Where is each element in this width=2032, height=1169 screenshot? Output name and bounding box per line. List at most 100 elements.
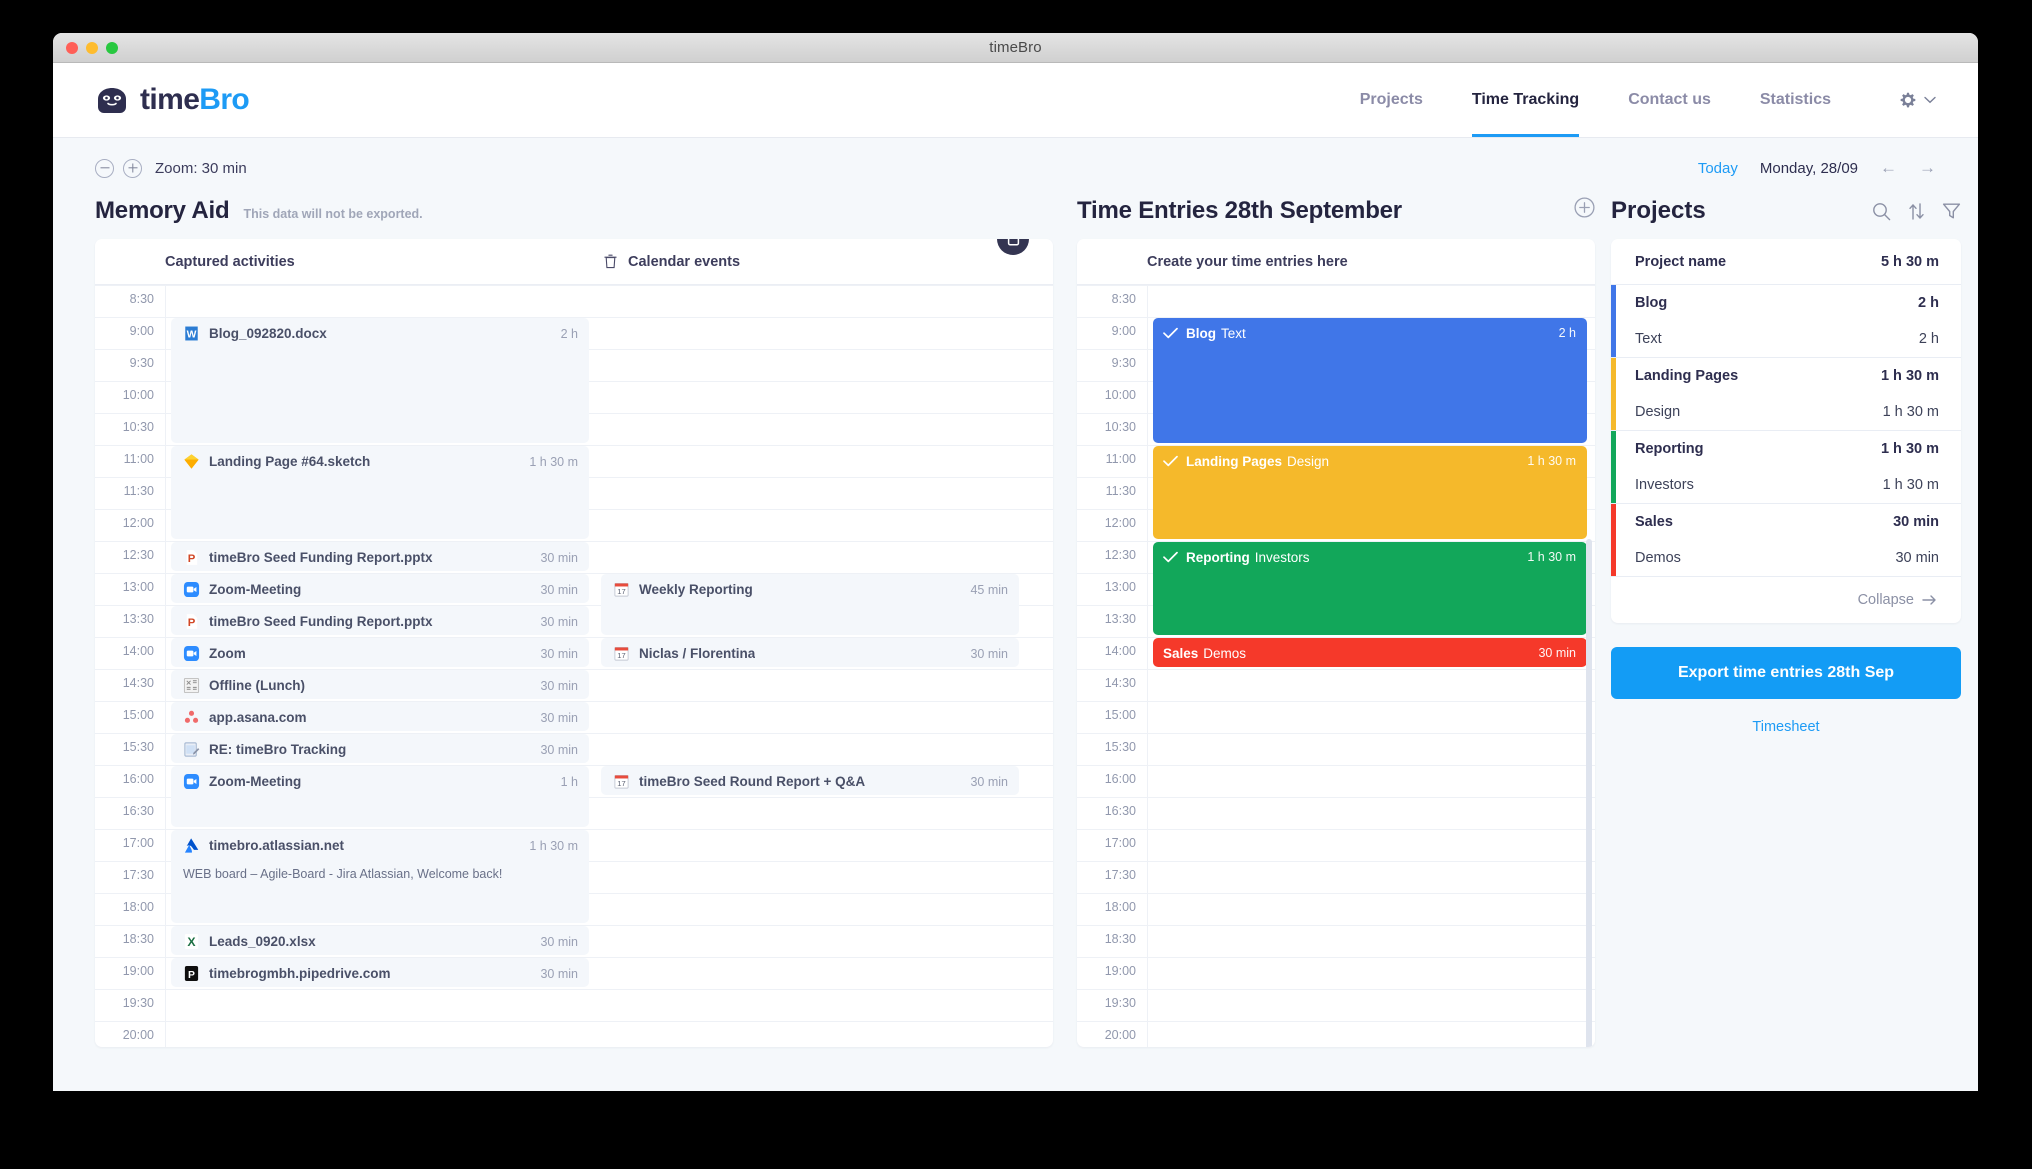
time-slot-row[interactable]: 17:00 (1077, 829, 1595, 861)
project-task-row[interactable]: Design 1 h 30 m (1635, 394, 1939, 430)
project-task-row[interactable]: Investors 1 h 30 m (1635, 467, 1939, 503)
project-group[interactable]: Reporting 1 h 30 m Investors 1 h 30 m (1611, 431, 1961, 504)
captured-activity-block[interactable]: RE: timeBro Tracking 30 min (171, 734, 589, 763)
project-group[interactable]: Blog 2 h Text 2 h (1611, 285, 1961, 358)
time-slot-row[interactable]: 19:00 (1077, 957, 1595, 989)
time-entry-block[interactable]: Reporting Investors 1 h 30 m (1153, 542, 1587, 635)
time-slot-lane[interactable] (1147, 734, 1595, 765)
captured-activity-block[interactable]: Zoom-Meeting 1 h (171, 766, 589, 827)
time-entries-title-row: Time Entries 28th September (1077, 184, 1595, 239)
time-slot-label: 15:30 (1104, 740, 1136, 754)
nav-item-projects[interactable]: Projects (1360, 63, 1423, 137)
time-slot-row[interactable]: 15:00 (1077, 701, 1595, 733)
sub-toolbar: Zoom: 30 min Today Monday, 28/09 ← → (53, 138, 1978, 184)
calendar-event-block[interactable]: 17 Weekly Reporting 45 min (601, 574, 1019, 635)
time-slot-row[interactable]: 14:30 (1077, 669, 1595, 701)
time-slot-lane[interactable] (1147, 702, 1595, 733)
settings-menu-button[interactable] (1898, 90, 1936, 110)
time-slot-lane[interactable] (165, 1022, 1053, 1047)
time-slot-row[interactable]: 19:30 (1077, 989, 1595, 1021)
time-slot-lane[interactable] (1147, 830, 1595, 861)
calendar-event-block[interactable]: 17 timeBro Seed Round Report + Q&A 30 min (601, 766, 1019, 795)
captured-activity-block[interactable]: Ptimebrogmbh.pipedrive.com 30 min (171, 958, 589, 987)
calendar-event-block[interactable]: 17 Niclas / Florentina 30 min (601, 638, 1019, 667)
time-slot-row[interactable]: 8:30 (95, 285, 1053, 317)
time-slot-row[interactable]: 18:00 (1077, 893, 1595, 925)
close-window-button[interactable] (66, 42, 78, 54)
time-slot-row[interactable]: 16:00 (1077, 765, 1595, 797)
time-slot-lane[interactable] (1147, 894, 1595, 925)
time-slot-lane[interactable] (165, 990, 1053, 1021)
captured-activity-block[interactable]: Zoom 30 min (171, 638, 589, 667)
zoom-in-button[interactable] (123, 158, 142, 178)
time-slot-label: 16:00 (122, 772, 154, 786)
time-slot-row[interactable]: 17:30 (1077, 861, 1595, 893)
window-traffic-lights[interactable] (66, 42, 118, 54)
project-row[interactable]: Blog 2 h (1635, 285, 1939, 321)
time-slot-lane[interactable] (1147, 798, 1595, 829)
project-row[interactable]: Landing Pages 1 h 30 m (1635, 358, 1939, 394)
project-group[interactable]: Landing Pages 1 h 30 m Design 1 h 30 m (1611, 358, 1961, 431)
captured-activity-block[interactable]: Offline (Lunch) 30 min (171, 670, 589, 699)
time-slot-lane[interactable] (1147, 1022, 1595, 1047)
zoom-out-button[interactable] (95, 158, 114, 178)
time-slot-row[interactable]: 20:00 (1077, 1021, 1595, 1047)
time-slot-row[interactable]: 8:30 (1077, 285, 1595, 317)
activity-header: 17 Weekly Reporting 45 min (601, 574, 1019, 605)
time-slot-row[interactable]: 19:30 (95, 989, 1053, 1021)
time-entry-block[interactable]: Blog Text 2 h (1153, 318, 1587, 443)
time-slot-lane[interactable] (1147, 990, 1595, 1021)
time-entry-duration: 1 h 30 m (1527, 454, 1576, 468)
project-row[interactable]: Sales 30 min (1635, 504, 1939, 540)
project-task-row[interactable]: Demos 30 min (1635, 540, 1939, 576)
time-slot-row[interactable]: 20:00 (95, 1021, 1053, 1047)
captured-activity-block[interactable]: Zoom-Meeting 30 min (171, 574, 589, 603)
time-entries-grid[interactable]: 8:30 9:00 9:30 10:00 10:30 11:00 11:30 12:00 12:… (1077, 285, 1595, 1047)
captured-activity-block[interactable]: timebro.atlassian.net 1 h 30 m WEB board –… (171, 830, 589, 923)
captured-activity-block[interactable]: W Blog_092820.docx 2 h (171, 318, 589, 443)
time-slot-label: 11:30 (1105, 484, 1136, 498)
captured-activity-block[interactable]: PtimeBro Seed Funding Report.pptx 30 min (171, 542, 589, 571)
time-slot-lane[interactable] (1147, 670, 1595, 701)
project-row[interactable]: Reporting 1 h 30 m (1635, 431, 1939, 467)
time-entry-block[interactable]: Landing Pages Design 1 h 30 m (1153, 446, 1587, 539)
today-button[interactable]: Today (1698, 160, 1738, 177)
time-slot-lane[interactable] (1147, 862, 1595, 893)
minimize-window-button[interactable] (86, 42, 98, 54)
nav-item-contact-us[interactable]: Contact us (1628, 63, 1711, 137)
export-time-entries-button[interactable]: Export time entries 28th Sep (1611, 647, 1961, 699)
maximize-window-button[interactable] (106, 42, 118, 54)
time-slot-row[interactable]: 16:30 (1077, 797, 1595, 829)
sort-icon[interactable] (1908, 202, 1925, 221)
time-slot-lane[interactable] (1147, 286, 1595, 317)
time-entry-block[interactable]: Sales Demos 30 min (1153, 638, 1587, 667)
previous-day-button[interactable]: ← (1880, 158, 1897, 178)
app-logo[interactable]: timeBro (95, 83, 250, 117)
zoom-icon (183, 645, 200, 662)
captured-activity-block[interactable]: app.asana.com 30 min (171, 702, 589, 731)
time-slot-lane[interactable] (165, 286, 1053, 317)
captured-activity-block[interactable]: PtimeBro Seed Funding Report.pptx 30 min (171, 606, 589, 635)
timesheet-link[interactable]: Timesheet (1611, 719, 1961, 735)
activity-name: timeBro Seed Funding Report.pptx (209, 550, 433, 565)
time-slot-row[interactable]: 18:30 (1077, 925, 1595, 957)
next-day-button[interactable]: → (1919, 158, 1936, 178)
add-time-entry-button[interactable] (1574, 197, 1595, 223)
time-slot-lane[interactable] (1147, 926, 1595, 957)
project-task-row[interactable]: Text 2 h (1635, 321, 1939, 357)
time-slot-row[interactable]: 15:30 (1077, 733, 1595, 765)
project-group[interactable]: Sales 30 min Demos 30 min (1611, 504, 1961, 577)
activity-name: Weekly Reporting (639, 582, 753, 597)
time-entries-scrollbar[interactable] (1586, 539, 1592, 1047)
delete-captured-button[interactable] (592, 254, 628, 269)
time-slot-lane[interactable] (1147, 958, 1595, 989)
main-nav: Projects Time Tracking Contact us Statis… (1360, 63, 1936, 137)
captured-activity-block[interactable]: X Leads_0920.xlsx 30 min (171, 926, 589, 955)
filter-icon[interactable] (1942, 202, 1961, 220)
search-icon[interactable] (1872, 202, 1891, 221)
collapse-projects-button[interactable]: Collapse (1611, 577, 1961, 623)
captured-activity-block[interactable]: Landing Page #64.sketch 1 h 30 m (171, 446, 589, 539)
nav-item-time-tracking[interactable]: Time Tracking (1471, 63, 1580, 137)
time-slot-lane[interactable] (1147, 766, 1595, 797)
nav-item-statistics[interactable]: Statistics (1760, 63, 1831, 137)
